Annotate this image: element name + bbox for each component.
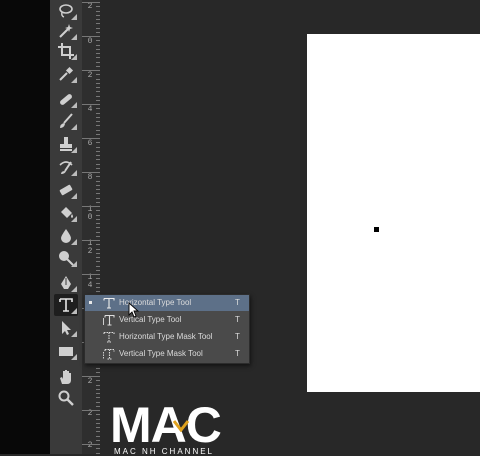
tools-panel (50, 0, 128, 454)
brush-tool[interactable] (54, 110, 78, 132)
pen-tool[interactable] (54, 272, 78, 294)
crop-tool[interactable] (54, 40, 78, 62)
hand-icon (60, 370, 71, 384)
ruler-label: 6 (87, 139, 93, 148)
ruler-tick (82, 410, 100, 411)
path-selection-tool[interactable] (54, 317, 78, 339)
ruler-label: 2 (87, 409, 93, 418)
clone-stamp-tool[interactable] (54, 133, 78, 155)
ruler-label: 1 4 (87, 273, 93, 290)
horizontal-type-icon (101, 295, 117, 311)
ruler-label: 2 (87, 71, 93, 80)
ruler-label: 4 (87, 105, 93, 114)
tool-group-corner (71, 170, 77, 176)
spot-healing-tool[interactable] (54, 88, 78, 110)
ruler-label: 2 (87, 377, 93, 386)
ruler-label: 0 (87, 37, 93, 46)
vertical-type-icon (101, 312, 117, 328)
tool-group-corner (71, 261, 77, 267)
ruler-tick (82, 172, 100, 173)
document-canvas[interactable] (307, 34, 480, 392)
tool-group-corner (71, 354, 77, 360)
tool-group-corner (71, 239, 77, 245)
mouse-pointer-icon (128, 302, 140, 318)
tool-group-corner (71, 54, 77, 60)
flyout-item-label: Horizontal Type Mask Tool (119, 332, 213, 341)
ruler-tick (82, 70, 100, 71)
lasso-tool[interactable] (54, 0, 78, 22)
dodge-tool[interactable] (54, 247, 78, 269)
watermark-subtitle: MAC NH CHANNEL (114, 447, 215, 456)
tool-group-corner (71, 124, 77, 130)
tool-group-corner (71, 193, 77, 199)
blur-tool[interactable] (54, 225, 78, 247)
flyout-item-vertical-type-mask[interactable]: Vertical Type Mask Tool T (85, 346, 249, 362)
eyedropper-tool[interactable] (54, 63, 78, 85)
magnifier-icon (58, 390, 74, 406)
ruler-tick (82, 274, 100, 275)
type-tool-flyout-menu: Horizontal Type Tool T Vertical Type Too… (84, 294, 250, 364)
watermark-word: MAC (110, 397, 222, 453)
tool-group-corner (71, 77, 77, 83)
flyout-item-vertical-type[interactable]: Vertical Type Tool T (85, 312, 249, 328)
rectangle-tool[interactable] (54, 340, 78, 362)
ruler-label: 8 (87, 173, 93, 182)
ruler-label: 1 2 (87, 239, 93, 256)
flyout-item-shortcut: T (235, 315, 240, 324)
zoom-tool[interactable] (54, 387, 78, 409)
ruler-tick (82, 104, 100, 105)
flyout-item-horizontal-type[interactable]: Horizontal Type Tool T (85, 295, 249, 311)
flyout-item-shortcut: T (235, 349, 240, 358)
selected-bullet-icon (89, 301, 92, 304)
flyout-item-label: Vertical Type Mask Tool (119, 349, 203, 358)
vertical-ruler: 2 0 2 4 6 8 1 0 1 2 1 4 2 2 2 (82, 0, 101, 454)
vertical-type-mask-icon (101, 346, 117, 362)
tool-group-corner (71, 308, 77, 314)
ruler-tick (82, 444, 100, 445)
eraser-tool[interactable] (54, 179, 78, 201)
horizontal-type-mask-icon (101, 329, 117, 345)
paint-bucket-tool[interactable] (54, 202, 78, 224)
tool-group-corner (71, 216, 77, 222)
ruler-tick (82, 2, 100, 3)
ruler-tick (82, 240, 100, 241)
ruler-tick (82, 206, 100, 207)
left-black-strip (0, 0, 50, 454)
mac-watermark-logo: MAC MAC NH CHANNEL (110, 397, 240, 456)
quick-selection-tool[interactable] (54, 20, 78, 42)
flyout-item-horizontal-type-mask[interactable]: Horizontal Type Mask Tool T (85, 329, 249, 345)
tool-group-corner (71, 286, 77, 292)
logo-chevron-icon (173, 420, 189, 432)
flyout-item-shortcut: T (235, 332, 240, 341)
tool-group-corner (71, 147, 77, 153)
hand-tool[interactable] (54, 366, 78, 388)
tool-group-corner (71, 331, 77, 337)
ruler-tick (82, 376, 100, 377)
canvas-dot (374, 227, 379, 232)
tool-group-corner (71, 102, 77, 108)
type-tool[interactable] (54, 294, 78, 316)
history-brush-tool[interactable] (54, 156, 78, 178)
ruler-tick (82, 138, 100, 139)
ruler-tick (82, 36, 100, 37)
ruler-label: 2 (87, 2, 93, 11)
flyout-item-shortcut: T (235, 298, 240, 307)
ruler-label: 1 0 (87, 205, 93, 222)
